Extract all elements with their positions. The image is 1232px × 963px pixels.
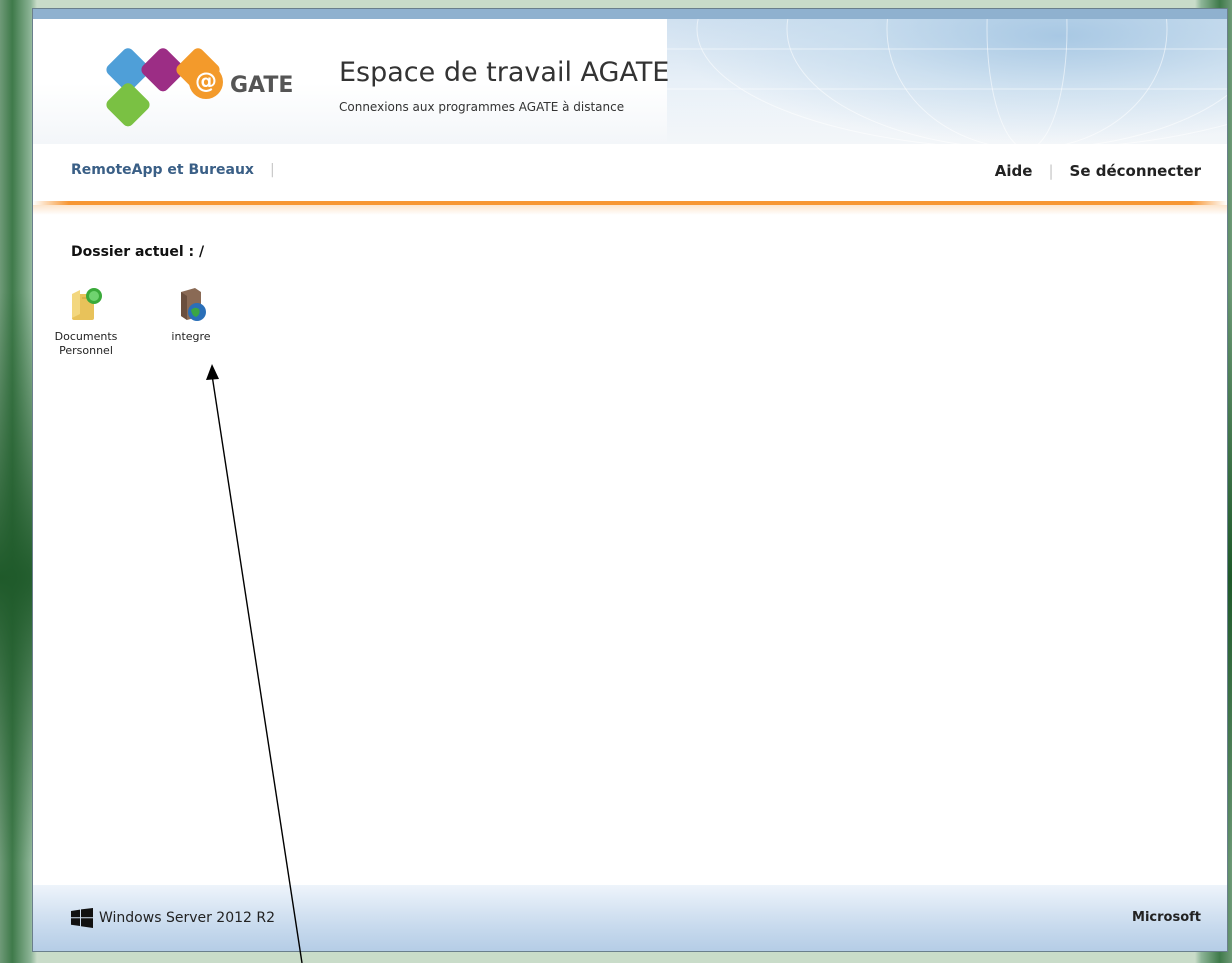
- footer-microsoft-label: Microsoft: [1132, 910, 1201, 925]
- app-item-documents-personnel[interactable]: Documents Personnel: [46, 284, 126, 358]
- app-item-integre[interactable]: integre: [151, 284, 231, 344]
- current-folder-label: Dossier actuel : /: [71, 244, 205, 260]
- footer-os-label: Windows Server 2012 R2: [99, 910, 276, 926]
- page-subtitle: Connexions aux programmes AGATE à distan…: [339, 100, 625, 114]
- nav-separator: |: [1048, 162, 1054, 180]
- browser-page: @ GATE Espace de travail AGATE Connexion…: [32, 8, 1228, 952]
- header-globe-graphic: [667, 9, 1227, 144]
- logo-at-sign: @: [189, 65, 223, 99]
- nav-right: Aide | Se déconnecter: [995, 162, 1201, 180]
- top-strip: [33, 9, 1227, 19]
- folder-icon: [66, 284, 106, 324]
- remoteapp-bureaux-link[interactable]: RemoteApp et Bureaux: [71, 162, 254, 178]
- nav-bar: RemoteApp et Bureaux | Aide | Se déconne…: [33, 144, 1227, 204]
- nav-separator: |: [269, 162, 275, 178]
- app-label: Personnel: [59, 344, 113, 357]
- remote-app-icon: [171, 284, 211, 324]
- page-title: Espace de travail AGATE: [339, 57, 670, 88]
- footer: Windows Server 2012 R2 Microsoft: [33, 885, 1227, 951]
- app-label: Documents: [54, 330, 118, 343]
- footer-brand: Windows Server 2012 R2: [71, 908, 275, 928]
- nav-left: RemoteApp et Bureaux |: [71, 162, 275, 178]
- app-label: integre: [171, 330, 211, 343]
- logout-link[interactable]: Se déconnecter: [1070, 162, 1201, 180]
- accent-glow: [33, 205, 1227, 215]
- header: @ GATE Espace de travail AGATE Connexion…: [33, 9, 1227, 144]
- help-link[interactable]: Aide: [995, 162, 1033, 180]
- logo-text: GATE: [230, 73, 294, 98]
- windows-logo-icon: [71, 908, 93, 928]
